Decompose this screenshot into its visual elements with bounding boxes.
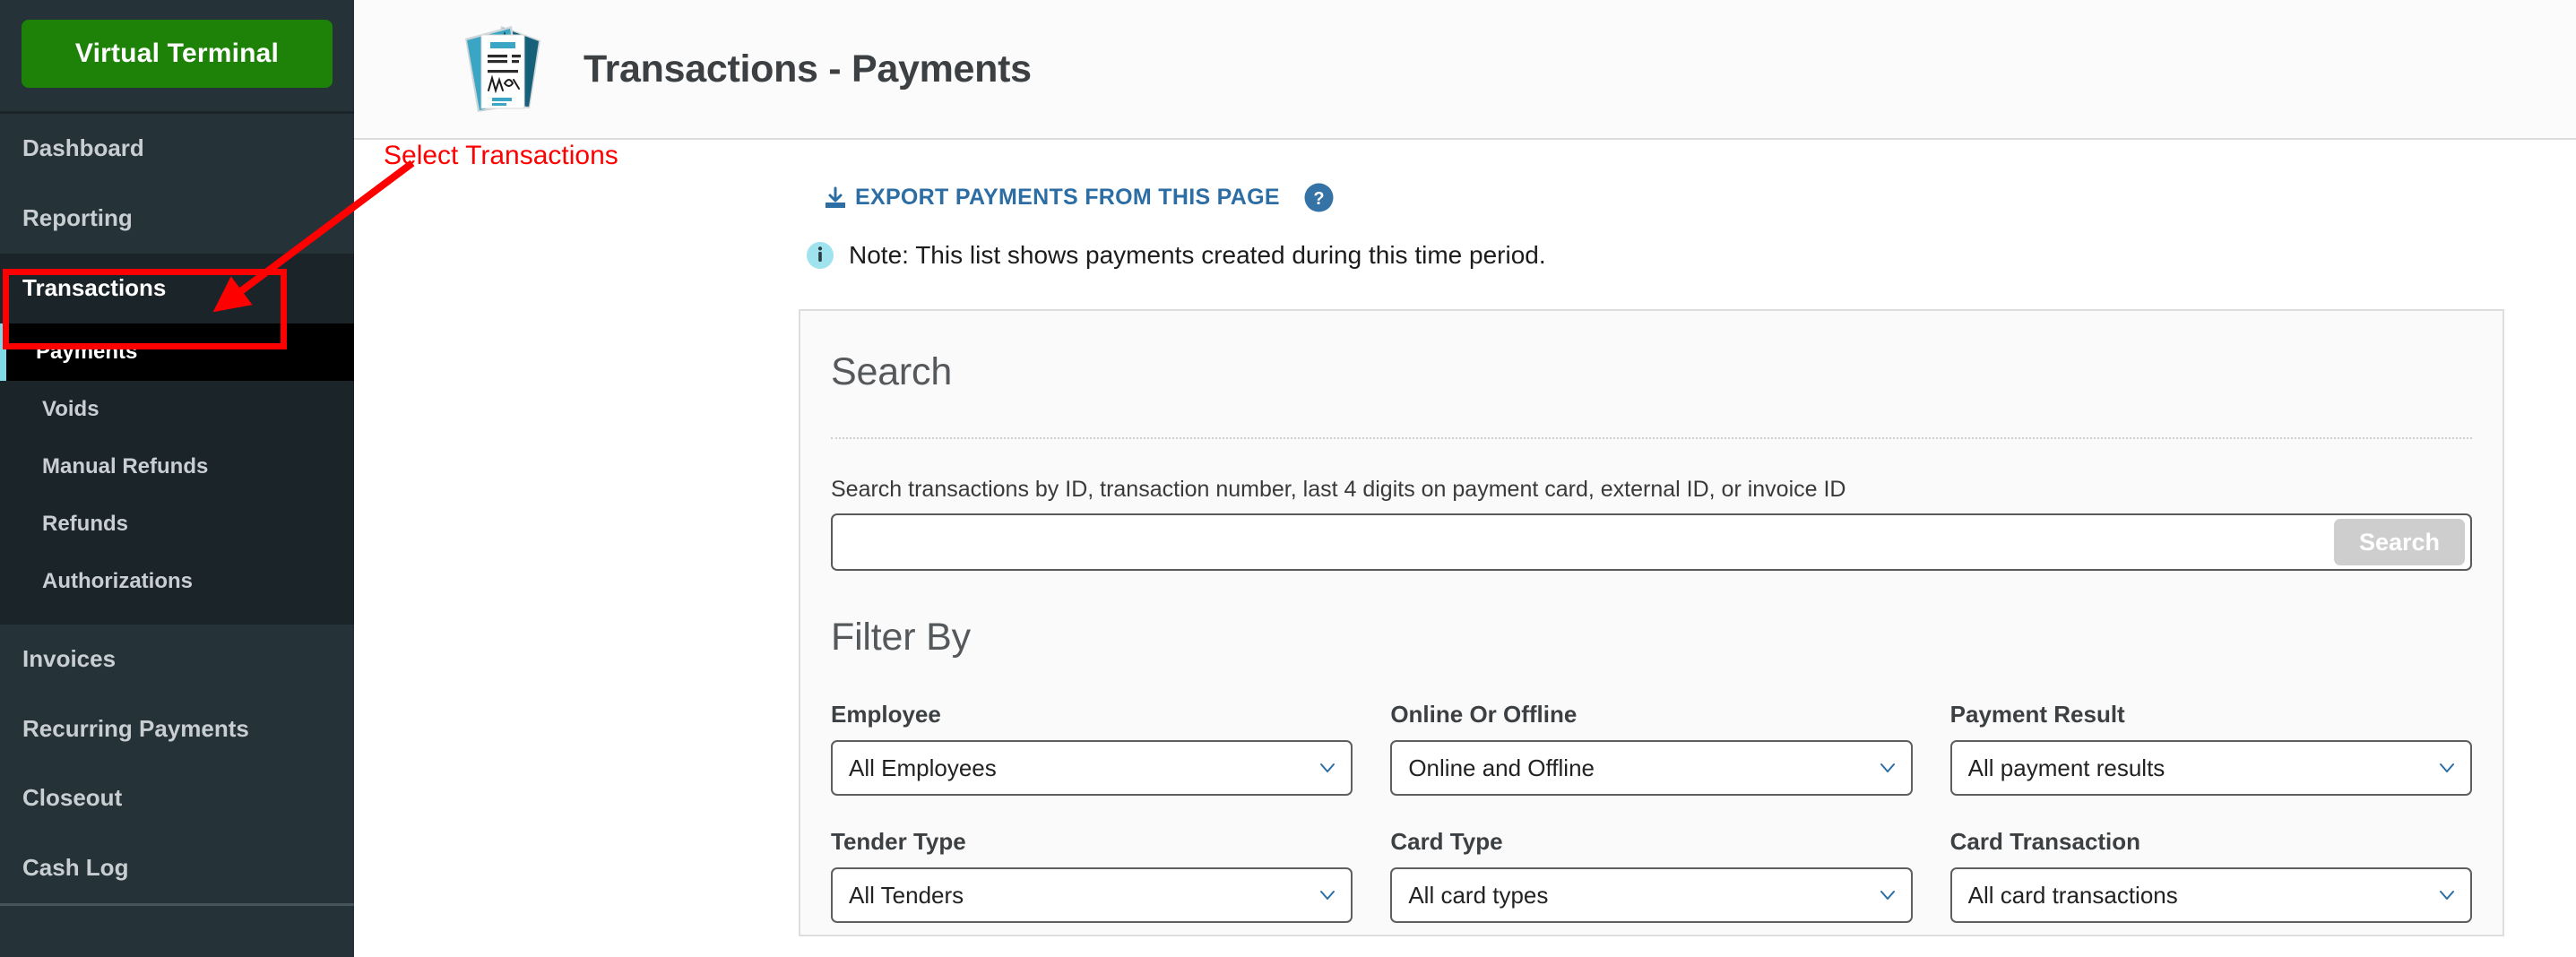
chevron-down-icon (2438, 759, 2456, 777)
filter-online-or-offline: Online Or Offline Online and Offline (1390, 668, 1913, 796)
select-employee[interactable]: All Employees (831, 740, 1353, 796)
filter-card-type: Card Type All card types (1390, 796, 1913, 923)
select-card-transaction-value: All card transactions (1967, 881, 2178, 909)
sidebar-item-voids[interactable]: Voids (0, 381, 354, 438)
sidebar-divider (0, 903, 354, 907)
select-online-or-offline[interactable]: Online and Offline (1390, 740, 1913, 796)
chevron-down-icon (1318, 886, 1336, 904)
filter-tender-type: Tender Type All Tenders (831, 796, 1353, 923)
search-section-title: Search (831, 350, 953, 393)
chevron-down-icon (1879, 886, 1897, 904)
chevron-down-icon (1879, 759, 1897, 777)
export-row: EXPORT PAYMENTS FROM THIS PAGE ? (354, 140, 2576, 212)
sidebar-item-authorizations[interactable]: Authorizations (0, 553, 354, 610)
select-payment-result[interactable]: All payment results (1949, 740, 2472, 796)
sidebar-item-payments[interactable]: Payments (0, 323, 354, 381)
filter-grid: Employee All Employees Online Or Offline (831, 660, 2472, 923)
sidebar-item-recurring-payments[interactable]: Recurring Payments (0, 694, 354, 764)
export-payments-link[interactable]: EXPORT PAYMENTS FROM THIS PAGE (824, 185, 1280, 211)
select-card-transaction[interactable]: All card transactions (1949, 867, 2472, 923)
export-label: EXPORT PAYMENTS FROM THIS PAGE (855, 185, 1280, 210)
sidebar-item-manual-refunds[interactable]: Manual Refunds (0, 438, 354, 496)
filter-employee: Employee All Employees (831, 668, 1353, 796)
document-signature-icon (458, 19, 546, 119)
select-card-type[interactable]: All card types (1390, 867, 1913, 923)
select-payment-result-value: All payment results (1967, 754, 2165, 781)
sidebar: Virtual Terminal Dashboard Reporting Tra… (0, 0, 354, 957)
page-header: Transactions - Payments (354, 0, 2576, 140)
sidebar-item-closeout[interactable]: Closeout (0, 763, 354, 833)
filter-label-payment-result: Payment Result (1949, 701, 2125, 728)
info-circle-icon (806, 241, 834, 270)
search-input[interactable] (833, 515, 2334, 569)
page-title: Transactions - Payments (583, 47, 1032, 91)
help-circle-icon[interactable]: ? (1304, 183, 1334, 212)
search-button[interactable]: Search (2333, 519, 2465, 565)
sidebar-item-refunds[interactable]: Refunds (0, 496, 354, 553)
filter-label-employee: Employee (831, 701, 941, 728)
select-tender-type-value: All Tenders (849, 881, 964, 909)
filter-label-card-transaction: Card Transaction (1949, 828, 2141, 855)
select-card-type-value: All card types (1408, 881, 1549, 909)
select-employee-value: All Employees (849, 754, 997, 781)
note-text: Note: This list shows payments created d… (849, 241, 1546, 269)
filter-payment-result: Payment Result All payment results (1949, 668, 2472, 796)
sidebar-item-dashboard[interactable]: Dashboard (0, 114, 354, 184)
sidebar-item-cash-log[interactable]: Cash Log (0, 833, 354, 903)
app-root: Virtual Terminal Dashboard Reporting Tra… (0, 0, 2576, 957)
filter-label-card-type: Card Type (1390, 828, 1503, 855)
filter-section-title: Filter By (831, 616, 971, 659)
virtual-terminal-section: Virtual Terminal (0, 0, 354, 114)
chevron-down-icon (1318, 759, 1336, 777)
select-online-or-offline-value: Online and Offline (1408, 754, 1595, 781)
search-input-group: Search (831, 513, 2472, 571)
chevron-down-icon (2438, 886, 2456, 904)
filter-label-online-or-offline: Online Or Offline (1390, 701, 1578, 728)
download-icon (824, 186, 847, 210)
sidebar-submenu-transactions: Payments Voids Manual Refunds Refunds Au… (0, 323, 354, 625)
main-content: Transactions - Payments EXPORT PAYMENTS … (354, 0, 2576, 957)
filter-card-transaction: Card Transaction All card transactions (1949, 796, 2472, 923)
svg-text:?: ? (1313, 189, 1324, 209)
section-divider (831, 437, 2472, 439)
sidebar-item-reporting[interactable]: Reporting (0, 184, 354, 254)
filter-label-tender-type: Tender Type (831, 828, 966, 855)
sidebar-item-invoices[interactable]: Invoices (0, 625, 354, 694)
search-filter-panel: Search Search transactions by ID, transa… (799, 309, 2504, 936)
search-field-label: Search transactions by ID, transaction n… (831, 477, 1846, 502)
sidebar-nav-primary: Dashboard Reporting Transactions (0, 114, 354, 323)
select-tender-type[interactable]: All Tenders (831, 867, 1353, 923)
sidebar-item-transactions[interactable]: Transactions (0, 253, 354, 323)
sidebar-nav-secondary: Invoices Recurring Payments Closeout Cas… (0, 624, 354, 904)
note-row: Note: This list shows payments created d… (354, 212, 2576, 270)
content-area: EXPORT PAYMENTS FROM THIS PAGE ? Note: T… (354, 140, 2576, 936)
virtual-terminal-button[interactable]: Virtual Terminal (22, 20, 333, 88)
